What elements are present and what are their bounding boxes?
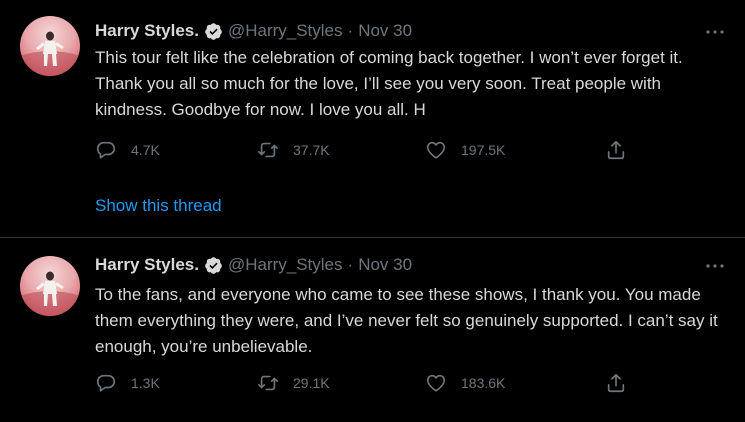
tweet-header: Harry Styles. @Harry_Styles · Nov 30 [95, 254, 412, 276]
avatar[interactable] [20, 16, 80, 76]
show-thread-link[interactable]: Show this thread [95, 196, 222, 216]
tweet-actions: 4.7K 37.7K 197.5K [95, 138, 655, 162]
tweet-actions: 1.3K 29.1K 183.6K [95, 371, 655, 395]
verified-badge-icon [205, 256, 222, 274]
like-button[interactable]: 197.5K [425, 138, 505, 162]
tweet[interactable]: Harry Styles. @Harry_Styles · Nov 30 To … [0, 238, 745, 422]
reply-count: 1.3K [131, 375, 160, 391]
tweet[interactable]: Harry Styles. @Harry_Styles · Nov 30 Thi… [0, 0, 745, 238]
tweet-text: This tour felt like the celebration of c… [95, 48, 683, 119]
retweet-count: 29.1K [293, 375, 330, 391]
like-count: 197.5K [461, 142, 506, 158]
retweet-button[interactable]: 37.7K [257, 138, 330, 162]
author-handle[interactable]: @Harry_Styles [228, 21, 343, 41]
share-button[interactable] [605, 138, 627, 162]
heart-icon [426, 374, 446, 392]
reply-count: 4.7K [131, 142, 160, 158]
more-options-icon[interactable] [702, 23, 728, 41]
share-icon [607, 373, 625, 393]
like-count: 183.6K [461, 375, 506, 391]
more-options-icon[interactable] [702, 257, 728, 275]
reply-icon [96, 141, 116, 159]
retweet-icon [258, 375, 278, 391]
author-name[interactable]: Harry Styles. [95, 21, 199, 41]
like-button[interactable]: 183.6K [425, 371, 505, 395]
separator: · [347, 21, 354, 40]
separator: · [347, 255, 354, 274]
author-handle[interactable]: @Harry_Styles [228, 255, 343, 275]
tweet-text: To the fans, and everyone who came to se… [95, 285, 718, 356]
tweet-date[interactable]: Nov 30 [358, 21, 412, 41]
reply-icon [96, 374, 116, 392]
avatar[interactable] [20, 256, 80, 316]
verified-badge-icon [205, 22, 222, 40]
author-name[interactable]: Harry Styles. [95, 255, 199, 275]
reply-button[interactable]: 4.7K [95, 138, 160, 162]
tweet-header: Harry Styles. @Harry_Styles · Nov 30 [95, 20, 412, 42]
retweet-button[interactable]: 29.1K [257, 371, 330, 395]
retweet-count: 37.7K [293, 142, 330, 158]
retweet-icon [258, 142, 278, 158]
share-button[interactable] [605, 371, 627, 395]
heart-icon [426, 141, 446, 159]
share-icon [607, 140, 625, 160]
tweet-date[interactable]: Nov 30 [358, 255, 412, 275]
reply-button[interactable]: 1.3K [95, 371, 160, 395]
